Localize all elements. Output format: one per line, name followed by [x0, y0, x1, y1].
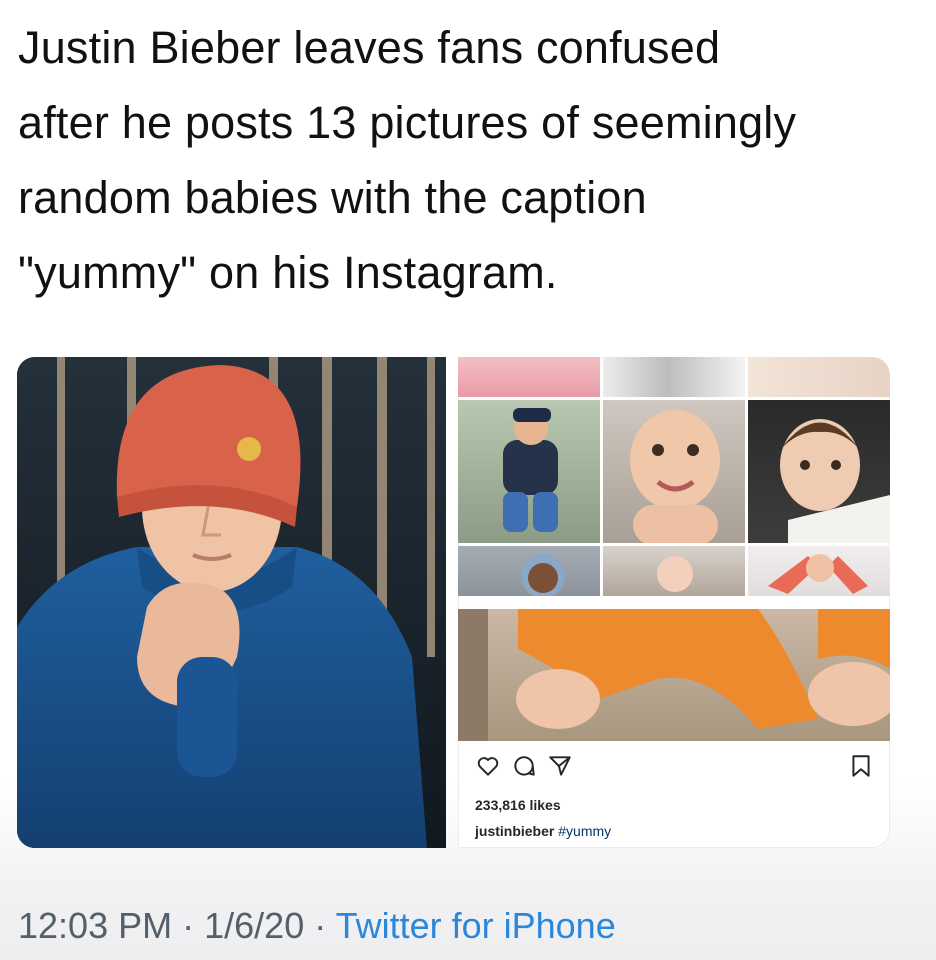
baby-illustration [768, 554, 868, 594]
baby-photo[interactable] [603, 400, 745, 543]
tweet-date[interactable]: 1/6/20 [204, 905, 304, 946]
baby-photo[interactable] [458, 400, 600, 543]
baby-photo-large[interactable] [458, 609, 890, 741]
baby-photo[interactable] [748, 546, 890, 596]
baby-photo-grid[interactable] [458, 357, 890, 741]
post-actions [458, 747, 890, 787]
heart-icon[interactable] [475, 753, 501, 779]
baby-illustration [630, 410, 720, 543]
justin-bieber-photo[interactable] [17, 357, 446, 848]
tweet-text-line: random babies with the caption [18, 172, 647, 223]
baby-photo[interactable] [458, 357, 600, 397]
meta-separator: · [182, 905, 195, 946]
comment-icon[interactable] [511, 753, 537, 779]
baby-photo[interactable] [748, 357, 890, 397]
tweet-source-link[interactable]: Twitter for iPhone [336, 905, 616, 946]
instagram-post[interactable]: 233,816 likes justinbieber #yummy [458, 357, 890, 848]
caption-username[interactable]: justinbieber [475, 823, 554, 839]
baby-illustration [780, 419, 890, 543]
share-icon[interactable] [547, 753, 573, 779]
meta-separator: · [314, 905, 327, 946]
tweet-text-line: after he posts 13 pictures of seemingly [18, 97, 797, 148]
baby-photo[interactable] [603, 546, 745, 596]
baby-illustration [657, 556, 693, 592]
baby-photo[interactable] [458, 546, 600, 596]
portrait-illustration [17, 357, 446, 848]
baby-photo[interactable] [603, 357, 745, 397]
caption-hashtag[interactable]: #yummy [558, 823, 611, 839]
post-caption: justinbieber #yummy [475, 823, 611, 839]
tweet-text: Justin Bieber leaves fans confused after… [18, 10, 918, 310]
tweet-text-line: Justin Bieber leaves fans confused [18, 22, 721, 73]
baby-illustration [458, 609, 890, 741]
baby-photo[interactable] [748, 400, 890, 543]
tweet-text-line: "yummy" on his Instagram. [18, 247, 558, 298]
tweet-time[interactable]: 12:03 PM [18, 905, 172, 946]
tweet-media[interactable]: 233,816 likes justinbieber #yummy [17, 357, 890, 848]
baby-illustration [521, 554, 565, 596]
likes-count[interactable]: 233,816 likes [475, 797, 561, 813]
bookmark-icon[interactable] [848, 753, 874, 779]
baby-illustration [503, 408, 558, 532]
tweet-meta: 12:03 PM · 1/6/20 · Twitter for iPhone [18, 905, 616, 947]
